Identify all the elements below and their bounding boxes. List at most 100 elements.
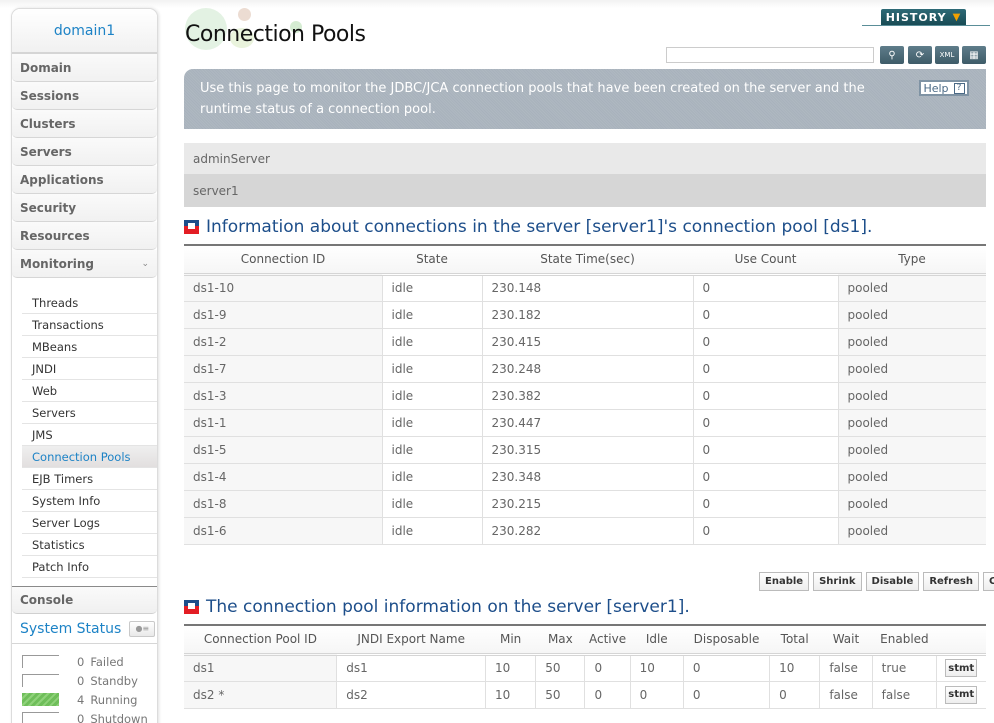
pools-table: Connection Pool ID JNDI Export Name Min Max…	[184, 624, 986, 709]
table-cell: pooled	[837, 328, 986, 356]
system-status-header: System Status ●≡	[12, 614, 157, 644]
table-cell: 0	[692, 274, 838, 302]
table-cell: false	[819, 681, 873, 709]
status-row-standby: 0 Standby	[22, 671, 157, 690]
decorative-circle	[238, 8, 251, 21]
table-cell: idle	[381, 274, 482, 302]
submenu-item-jndi[interactable]: JNDI	[22, 358, 157, 380]
table-cell: ds1-6	[184, 517, 382, 545]
shrink-button[interactable]: Shrink	[813, 572, 862, 591]
table-cell: 10	[769, 654, 820, 682]
table-row[interactable]: ds1-6 idle 230.282 0 pooled	[184, 517, 986, 545]
pools-section-title: The connection pool information on the s…	[184, 597, 690, 617]
create-button[interactable]: Create	[982, 572, 994, 591]
sidebar-item-label: Applications	[20, 172, 104, 187]
sidebar-item-monitoring[interactable]: Monitoring ⌄	[12, 250, 157, 278]
table-cell: idle	[381, 328, 482, 356]
status-toggle-icon[interactable]: ●≡	[129, 620, 156, 637]
sidebar-item-applications[interactable]: Applications	[12, 166, 157, 194]
table-cell: pooled	[837, 409, 986, 437]
help-button[interactable]: Help ?	[919, 80, 969, 96]
search-input[interactable]	[666, 47, 874, 63]
column-header-type: Type	[838, 245, 986, 276]
enable-button[interactable]: Enable	[759, 572, 810, 591]
refresh-button[interactable]: Refresh	[923, 572, 979, 591]
submenu-item-transactions[interactable]: Transactions	[22, 314, 157, 336]
status-bar	[22, 712, 59, 723]
section-title-text: The connection pool information on the s…	[206, 597, 690, 617]
help-icon: ?	[953, 82, 965, 94]
status-count: 0	[77, 673, 85, 688]
status-bar	[22, 693, 59, 706]
sidebar-item-label: Clusters	[20, 116, 76, 131]
submenu-item-connection-pools[interactable]: Connection Pools	[22, 446, 157, 468]
submenu-item-servers[interactable]: Servers	[22, 402, 157, 424]
table-cell: 0	[692, 490, 838, 518]
column-header-use-count: Use Count	[693, 245, 838, 276]
table-row[interactable]: ds1-10 idle 230.148 0 pooled	[184, 274, 986, 302]
table-cell: false	[819, 654, 873, 682]
search-icon[interactable]: ⚲	[880, 46, 904, 64]
status-label: Standby	[90, 673, 138, 688]
sidebar-item-clusters[interactable]: Clusters	[12, 110, 157, 138]
submenu-item-ejb-timers[interactable]: EJB Timers	[22, 468, 157, 490]
column-header-active: Active	[584, 625, 631, 656]
column-header-enabled: Enabled	[872, 625, 937, 656]
report-icon[interactable]: ▦	[962, 46, 986, 64]
table-cell: 10	[484, 654, 536, 682]
sidebar-item-sessions[interactable]: Sessions	[12, 82, 157, 110]
submenu-item-patch-info[interactable]: Patch Info	[22, 556, 157, 578]
sidebar-item-domain[interactable]: Domain	[12, 54, 157, 82]
table-row[interactable]: ds1-5 idle 230.315 0 pooled	[184, 436, 986, 464]
submenu-item-mbeans[interactable]: MBeans	[22, 336, 157, 358]
table-row[interactable]: ds1-2 idle 230.415 0 pooled	[184, 328, 986, 356]
sidebar-item-resources[interactable]: Resources	[12, 222, 157, 250]
submenu-item-server-logs[interactable]: Server Logs	[22, 512, 157, 534]
sidebar-item-console[interactable]: Console	[12, 586, 157, 614]
table-cell: pooled	[837, 463, 986, 491]
column-header-idle: Idle	[630, 625, 684, 656]
column-header-actions	[936, 625, 986, 656]
table-cell: 0	[682, 681, 770, 709]
stmt-button[interactable]: stmt	[945, 685, 978, 704]
table-row[interactable]: ds2 * ds2 10 50 0 0 0 0 false false stmt	[184, 681, 986, 709]
sidebar-item-servers[interactable]: Servers	[12, 138, 157, 166]
table-row[interactable]: ds1-9 idle 230.182 0 pooled	[184, 301, 986, 329]
table-row[interactable]: ds1-4 idle 230.348 0 pooled	[184, 463, 986, 491]
table-row[interactable]: ds1-8 idle 230.215 0 pooled	[184, 490, 986, 518]
history-button[interactable]: HISTORY ▼	[881, 9, 966, 26]
table-row[interactable]: ds1-1 idle 230.447 0 pooled	[184, 409, 986, 437]
info-banner: Use this page to monitor the JDBC/JCA co…	[184, 69, 986, 129]
sidebar: domain1 Domain Sessions Clusters Servers App…	[11, 8, 158, 723]
column-header-total: Total	[769, 625, 820, 656]
submenu-item-system-info[interactable]: System Info	[22, 490, 157, 512]
table-cell: idle	[381, 490, 482, 518]
table-cell-actions: stmt	[936, 681, 986, 709]
stmt-button[interactable]: stmt	[945, 659, 978, 677]
section-title-text: Information about connections in the ser…	[206, 217, 873, 237]
section-bullet-icon	[184, 600, 199, 614]
refresh-icon[interactable]: ⟳	[908, 46, 932, 64]
table-row[interactable]: ds1-7 idle 230.248 0 pooled	[184, 355, 986, 383]
sidebar-item-security[interactable]: Security	[12, 194, 157, 222]
column-header-jndi-export-name: JNDI Export Name	[336, 625, 486, 656]
submenu-item-jms[interactable]: JMS	[22, 424, 157, 446]
server-row-server1[interactable]: server1	[184, 174, 986, 207]
submenu-item-threads[interactable]: Threads	[22, 292, 157, 314]
submenu-item-statistics[interactable]: Statistics	[22, 534, 157, 556]
status-label: Failed	[90, 654, 124, 669]
table-row[interactable]: ds1 ds1 10 50 0 10 0 10 false true stmt	[184, 654, 986, 682]
disable-button[interactable]: Disable	[865, 572, 920, 591]
table-cell: ds1-5	[184, 436, 382, 464]
table-cell: ds1-2	[184, 328, 382, 356]
column-header-state: State	[382, 245, 482, 276]
xml-export-icon[interactable]: XML	[935, 46, 959, 64]
table-row[interactable]: ds1-3 idle 230.382 0 pooled	[184, 382, 986, 410]
status-bar	[22, 655, 59, 668]
domain-title[interactable]: domain1	[12, 9, 157, 54]
status-count: 0	[77, 711, 85, 723]
server-row-adminserver[interactable]: adminServer	[184, 143, 986, 174]
sidebar-item-label: Resources	[20, 228, 90, 243]
connections-section-title: Information about connections in the ser…	[184, 217, 872, 237]
submenu-item-web[interactable]: Web	[22, 380, 157, 402]
